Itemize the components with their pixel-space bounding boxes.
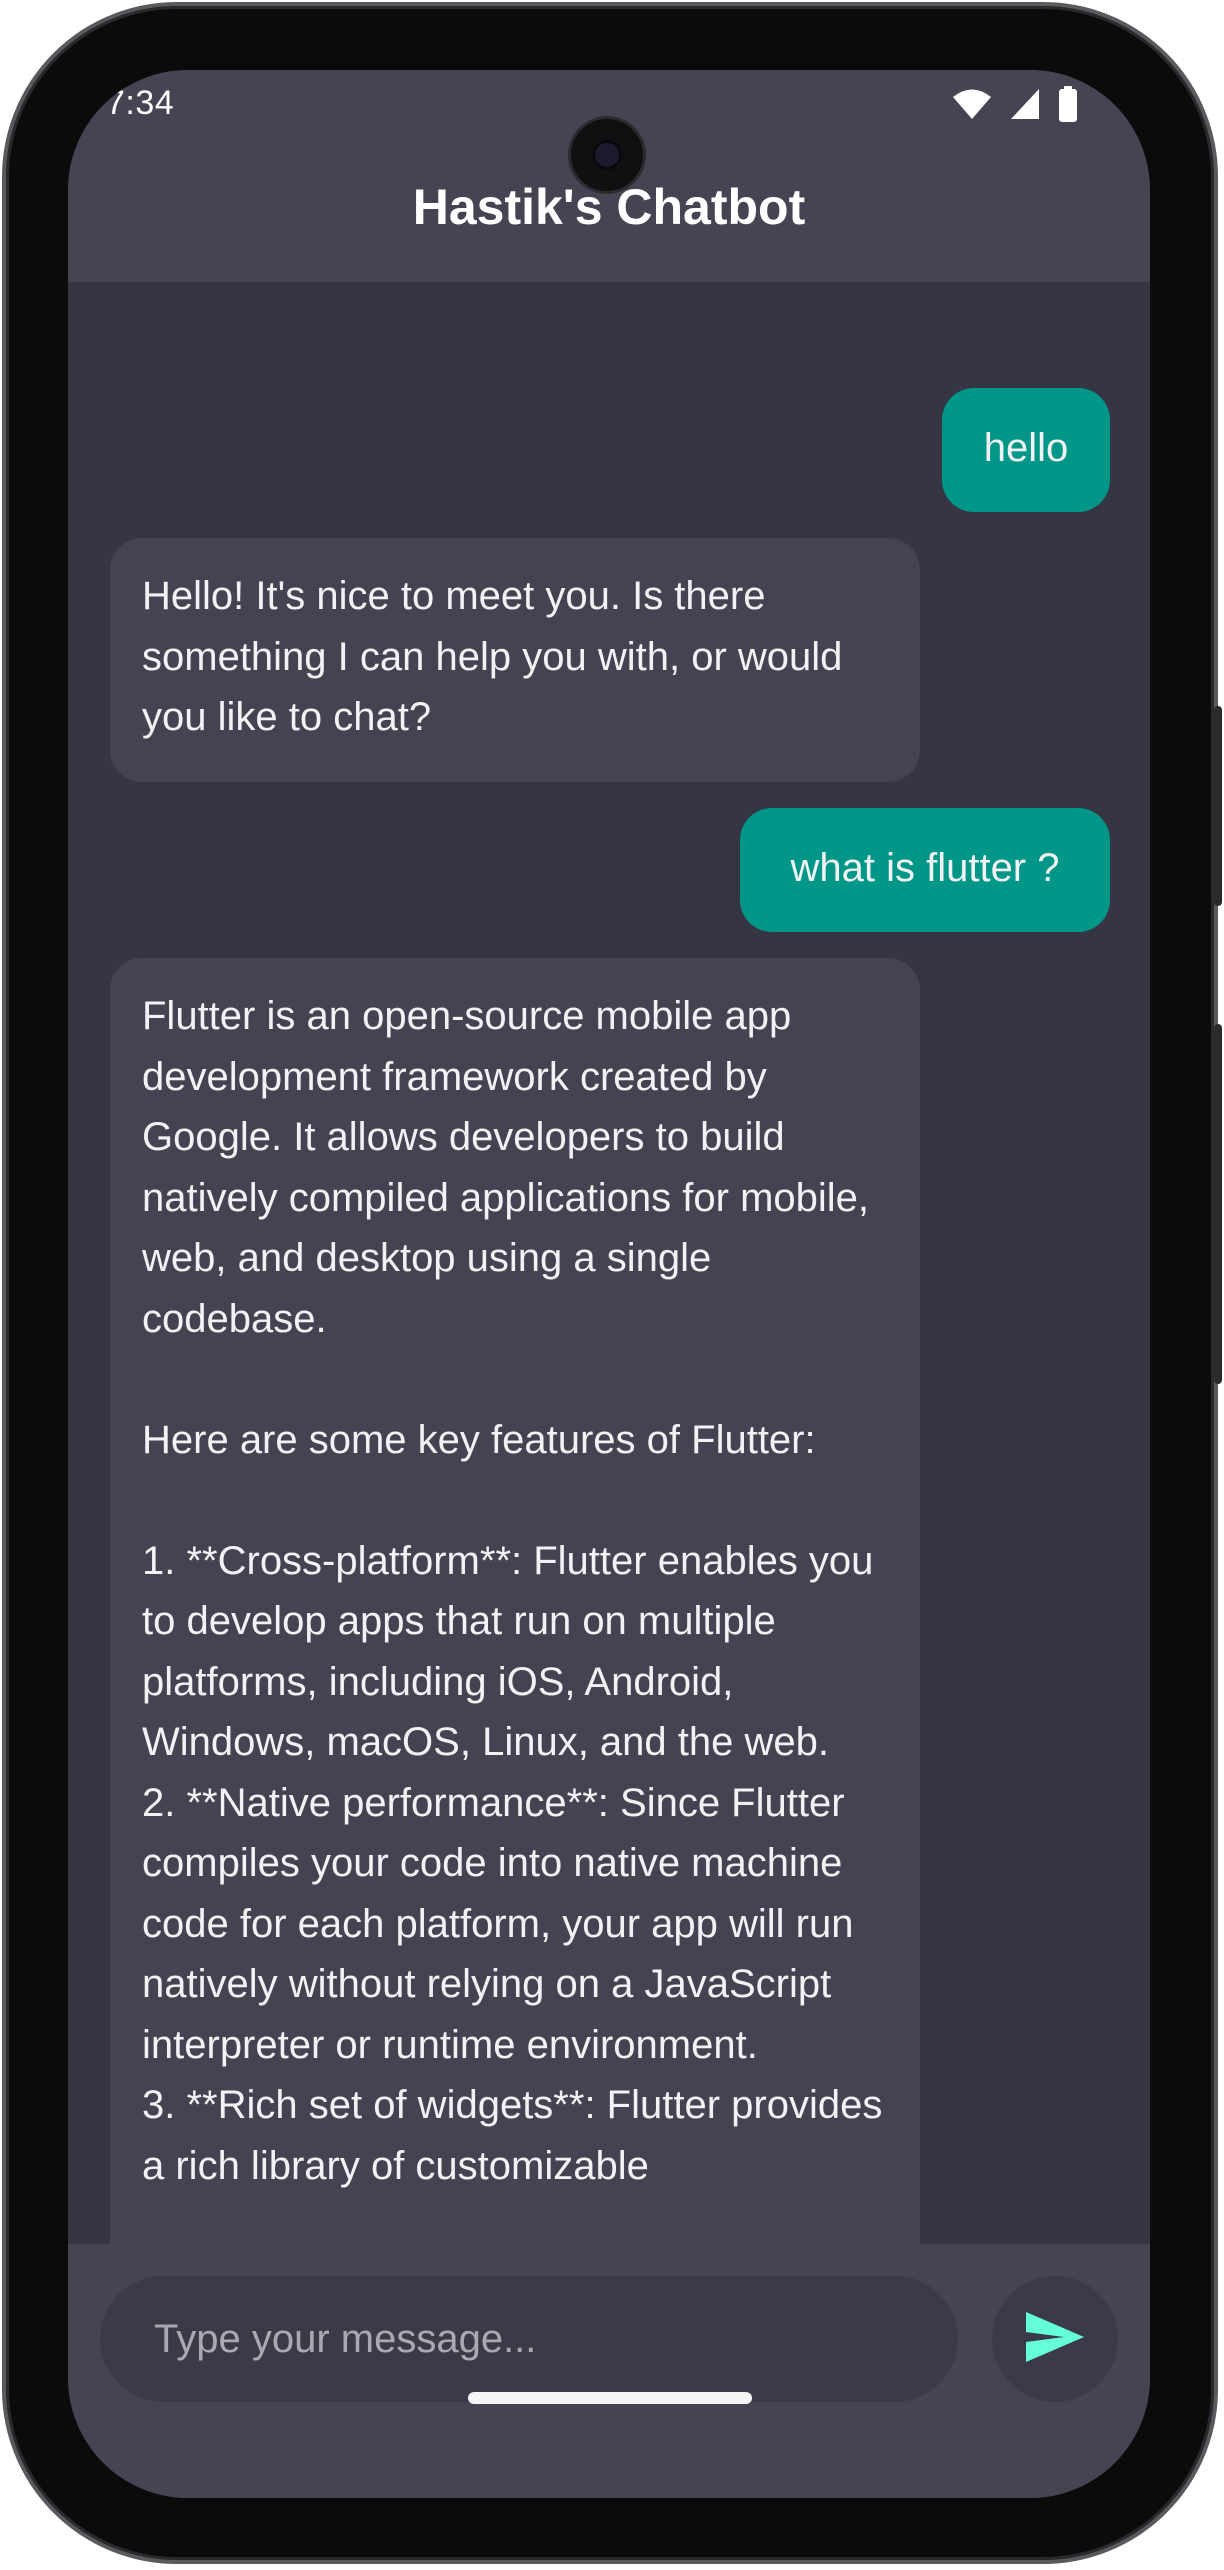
volume-button xyxy=(1214,1024,1222,1384)
user-message: what is flutter ? xyxy=(740,808,1110,932)
status-time: 7:34 xyxy=(106,84,175,122)
message-input[interactable]: Type your message... xyxy=(100,2276,958,2402)
power-button xyxy=(1214,706,1222,906)
bot-message: Hello! It's nice to meet you. Is there s… xyxy=(110,538,920,782)
app-bar: 7:34 Hastik's Chatbot xyxy=(68,70,1150,282)
status-icons xyxy=(952,86,1078,127)
battery-icon xyxy=(1058,86,1078,127)
send-button[interactable] xyxy=(992,2276,1118,2402)
send-icon xyxy=(1024,2310,1086,2369)
input-bar: Type your message... xyxy=(68,2244,1150,2498)
user-message: hello xyxy=(942,388,1110,512)
chat-list[interactable]: hello Hello! It's nice to meet you. Is t… xyxy=(68,282,1150,2314)
wifi-icon xyxy=(952,88,992,125)
home-indicator[interactable] xyxy=(468,2392,752,2404)
message-input-placeholder: Type your message... xyxy=(154,2316,537,2361)
device-frame: 7:34 Hastik's Chatbot hello Hello! It's … xyxy=(0,0,1224,2570)
screen: 7:34 Hastik's Chatbot hello Hello! It's … xyxy=(68,70,1150,2498)
bot-message: Flutter is an open-source mobile app dev… xyxy=(110,958,920,2314)
page-title: Hastik's Chatbot xyxy=(412,179,806,235)
signal-icon xyxy=(1010,88,1040,125)
